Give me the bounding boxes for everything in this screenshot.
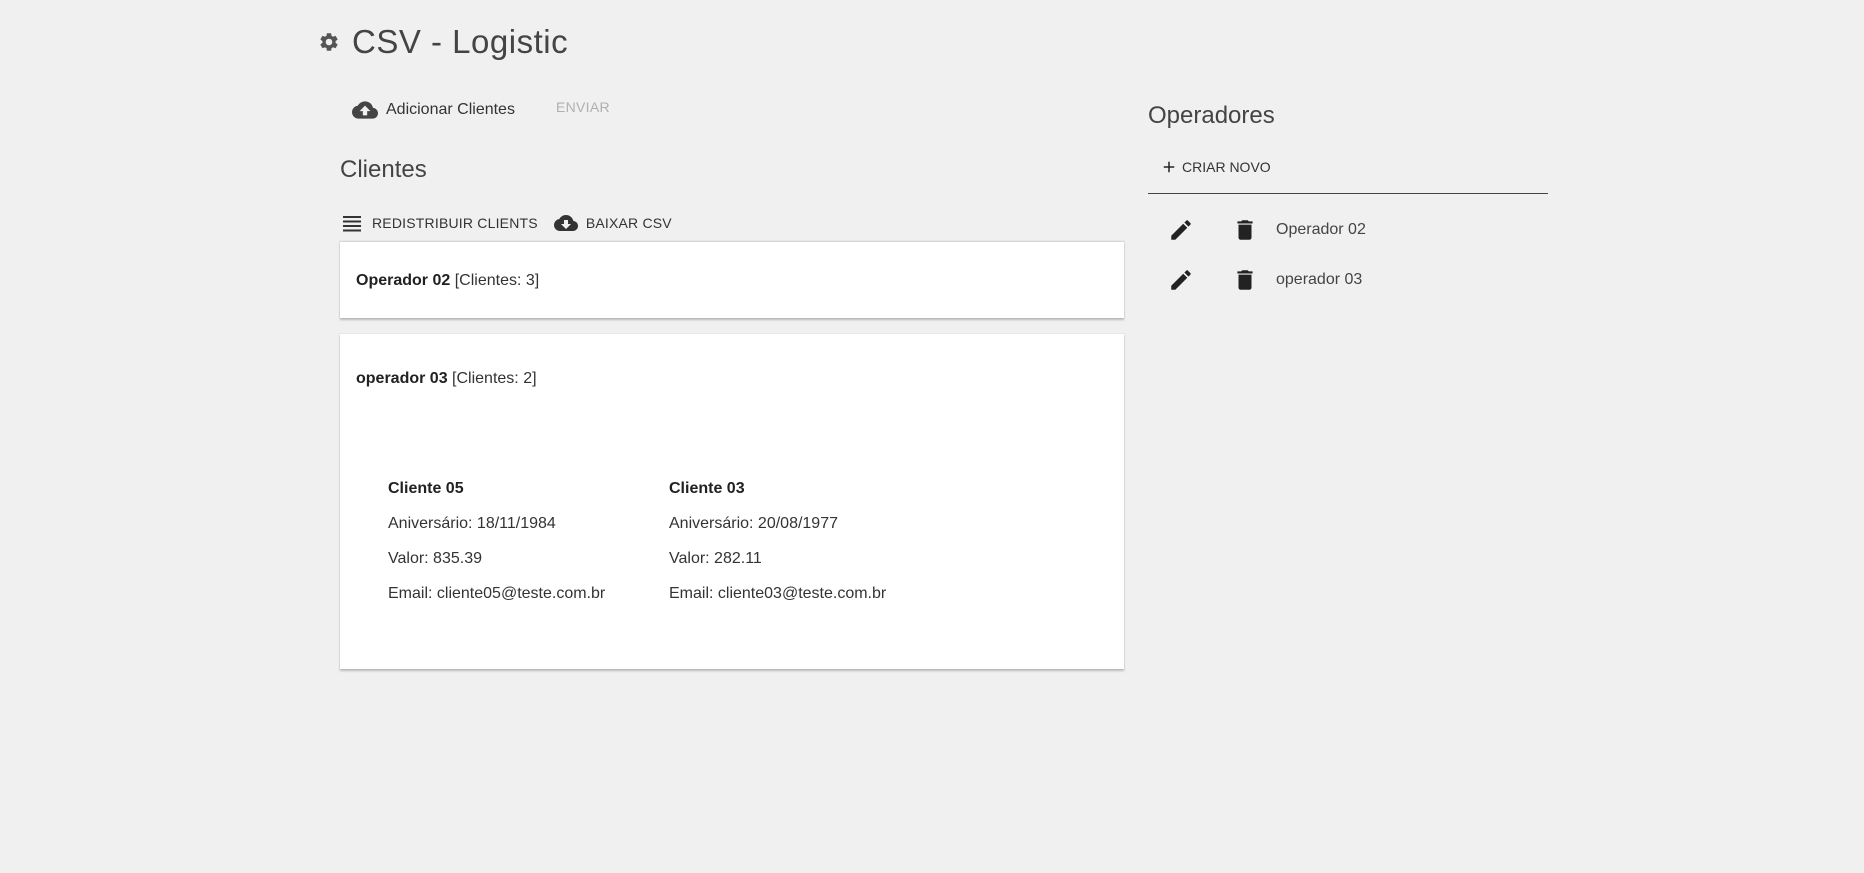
operator-group-header[interactable]: Operador 02 [Clientes: 3] [356, 272, 539, 290]
client-name: Cliente 05 [388, 480, 464, 497]
client-card: Cliente 03 Aniversário: 20/08/1977 Valor… [669, 480, 886, 620]
edit-pencil-icon[interactable] [1168, 217, 1194, 243]
list-lines-icon [340, 211, 364, 235]
delete-trash-icon[interactable] [1232, 267, 1258, 293]
operator-group-name: Operador 02 [356, 272, 451, 289]
create-operator-button[interactable]: CRIAR NOVO [1160, 158, 1271, 176]
plus-icon [1160, 158, 1178, 176]
operadores-divider [1148, 193, 1548, 194]
delete-trash-icon[interactable] [1232, 217, 1258, 243]
send-button[interactable]: ENVIAR [556, 99, 610, 115]
client-card: Cliente 05 Aniversário: 18/11/1984 Valor… [388, 480, 605, 620]
operator-group-count: [Clientes: 2] [452, 370, 537, 387]
operator-list-item: operador 03 [1160, 255, 1548, 305]
operator-group-header[interactable]: operador 03 [Clientes: 2] [356, 370, 537, 388]
create-operator-label: CRIAR NOVO [1182, 159, 1271, 175]
operator-name: Operador 02 [1276, 221, 1366, 238]
app-header: CSV - Logistic [318, 18, 568, 66]
redistribute-clients-button[interactable]: REDISTRIBUIR CLIENTS [340, 211, 538, 235]
operator-group-panel[interactable]: operador 03 [Clientes: 2] Cliente 05 Ani… [340, 334, 1124, 669]
cloud-upload-icon [352, 97, 378, 123]
redistribute-clients-label: REDISTRIBUIR CLIENTS [372, 215, 538, 231]
operator-group-count: [Clientes: 3] [454, 272, 540, 289]
operator-list-item: Operador 02 [1160, 205, 1548, 255]
download-csv-button[interactable]: BAIXAR CSV [553, 211, 672, 235]
add-clients-label: Adicionar Clientes [386, 101, 515, 118]
clientes-title: Clientes [340, 156, 427, 183]
clientes-toolbar: REDISTRIBUIR CLIENTS BAIXAR CSV [340, 210, 688, 236]
download-csv-label: BAIXAR CSV [585, 215, 672, 231]
operadores-title: Operadores [1148, 102, 1275, 129]
operator-name: operador 03 [1276, 271, 1363, 288]
client-email: Email: cliente05@teste.com.br [388, 585, 606, 602]
client-value: Valor: 835.39 [388, 550, 482, 567]
client-birthday: Aniversário: 20/08/1977 [669, 515, 838, 532]
app-title: CSV - Logistic [352, 23, 569, 60]
client-name: Cliente 03 [669, 480, 745, 497]
edit-pencil-icon[interactable] [1168, 267, 1194, 293]
client-email: Email: cliente03@teste.com.br [669, 585, 887, 602]
gear-icon [318, 31, 340, 53]
add-clients-button[interactable]: Adicionar Clientes [352, 96, 515, 124]
client-value: Valor: 282.11 [669, 550, 762, 567]
operator-group-name: operador 03 [356, 370, 448, 387]
client-birthday: Aniversário: 18/11/1984 [388, 515, 556, 532]
cloud-download-icon [553, 211, 578, 235]
operator-group-panel[interactable]: Operador 02 [Clientes: 3] [340, 241, 1124, 318]
